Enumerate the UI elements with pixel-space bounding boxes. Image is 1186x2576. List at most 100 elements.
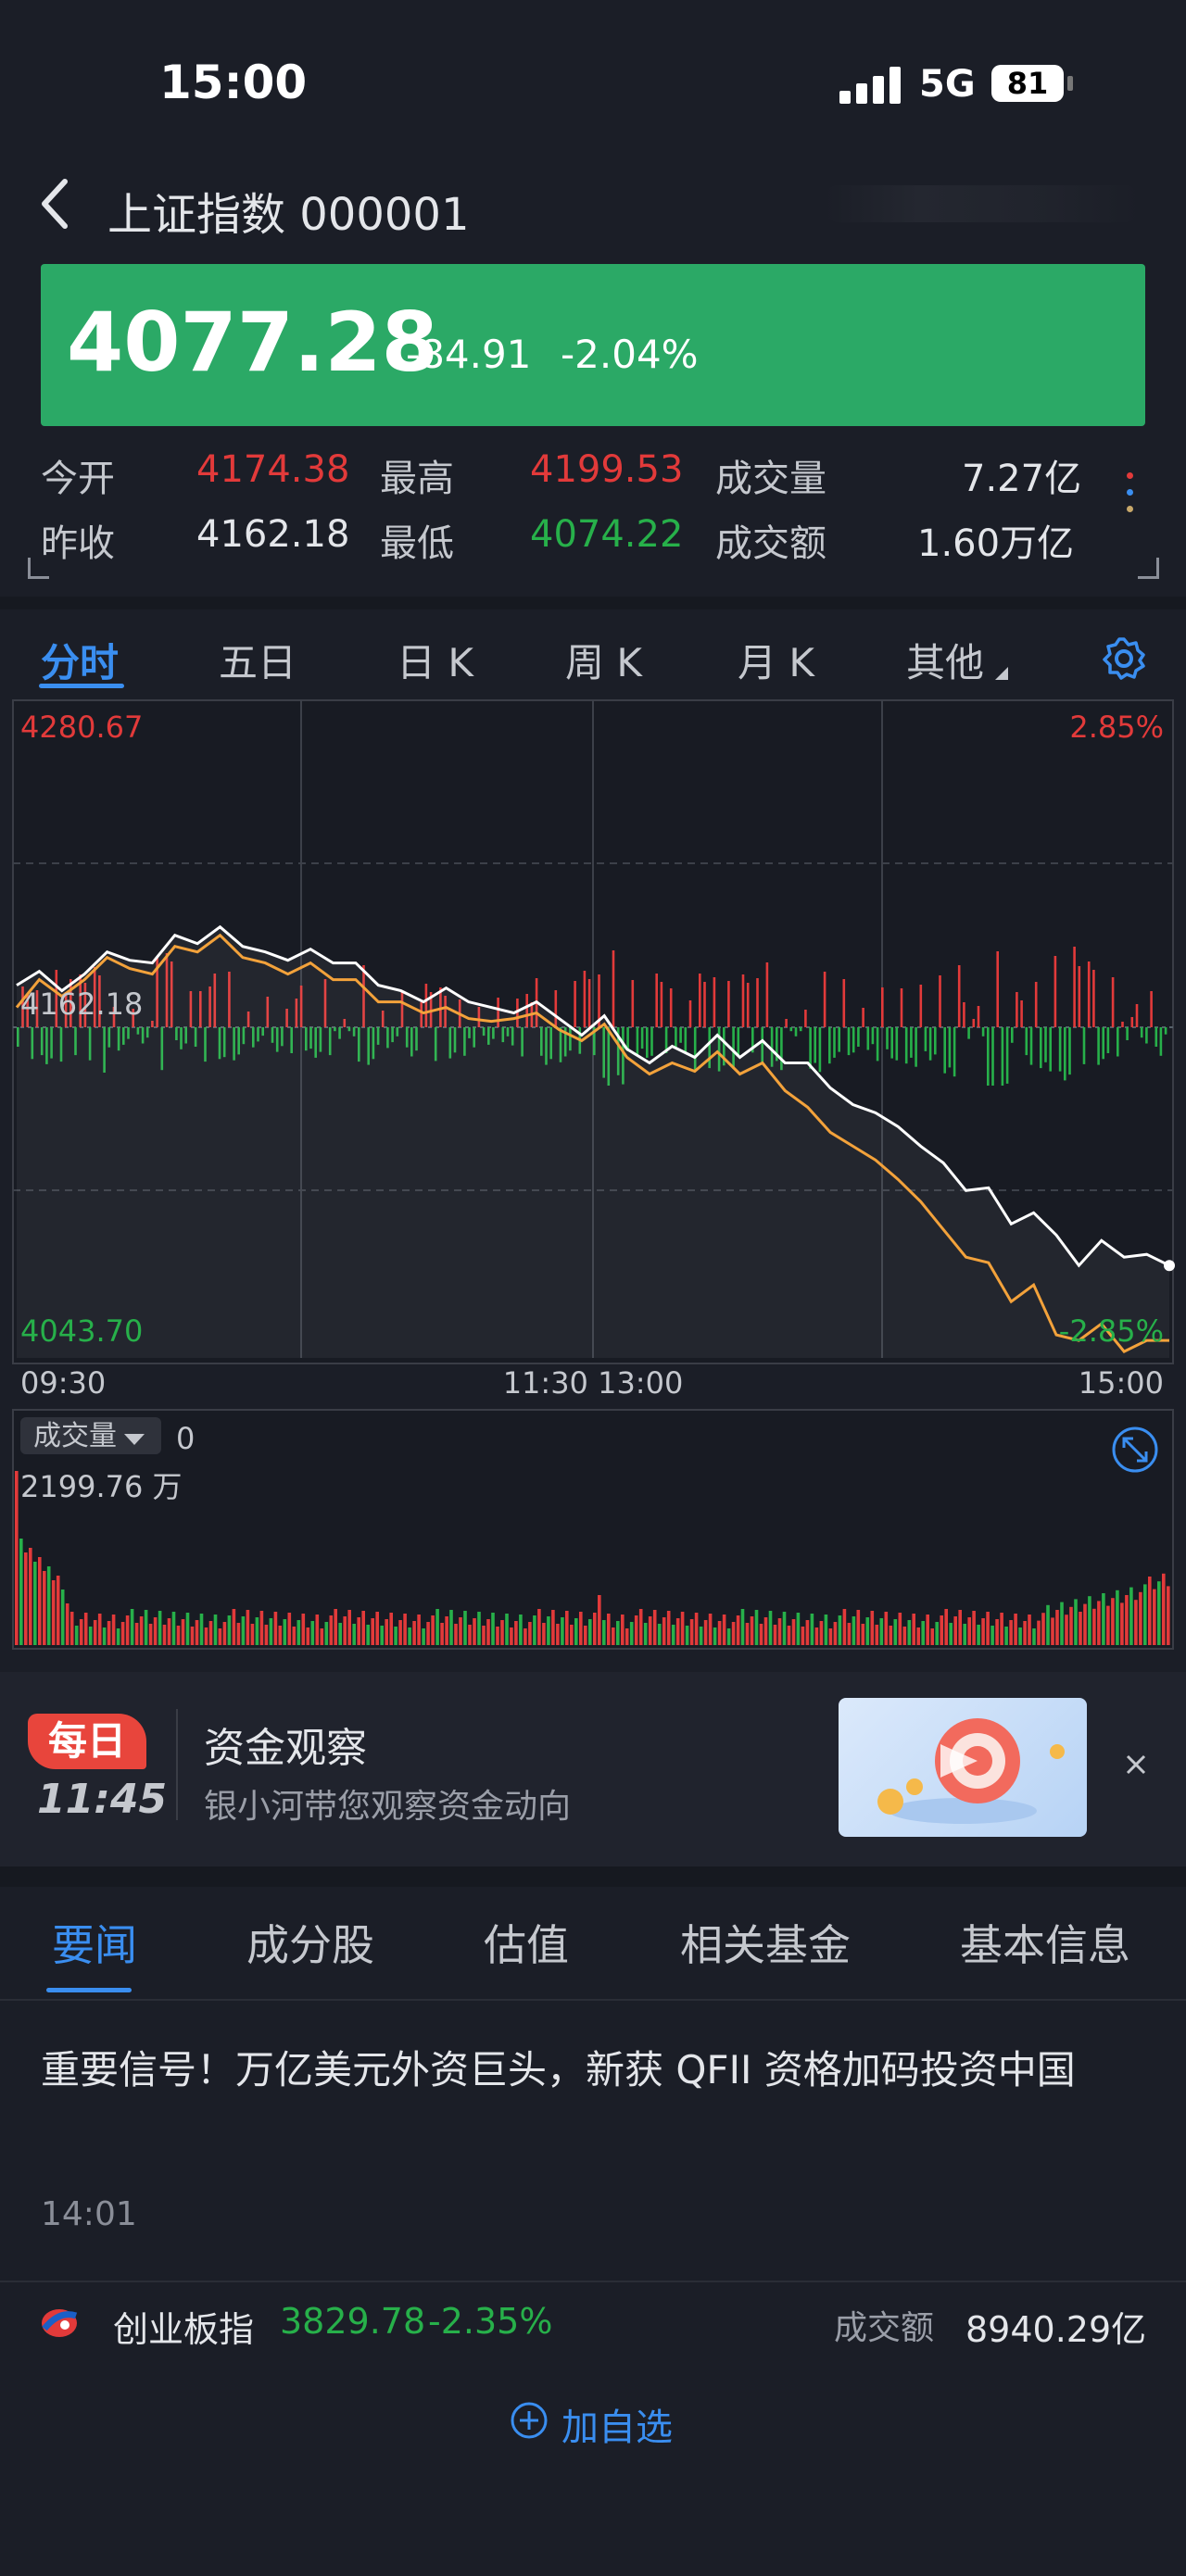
volume-bar	[33, 1562, 37, 1645]
flow-bar	[1011, 1027, 1014, 1043]
volume-bar	[986, 1612, 990, 1645]
expand-corner-right[interactable]	[1138, 558, 1159, 579]
tab-constituents[interactable]: 成分股	[246, 1912, 374, 1973]
section-gap	[0, 1866, 1186, 1887]
volume-bar	[819, 1621, 824, 1645]
volume-bar	[574, 1618, 578, 1645]
flow-bar	[828, 1027, 831, 1064]
volume-bar	[102, 1627, 107, 1645]
volume-bar	[680, 1612, 685, 1645]
flow-bar	[1140, 1027, 1143, 1038]
y-top-pct-label: 2.85%	[1069, 710, 1164, 745]
volume-bar	[1153, 1589, 1156, 1645]
volume-bar	[324, 1622, 329, 1645]
flow-bar	[640, 1027, 644, 1049]
volume-bar	[708, 1614, 713, 1645]
related-index-name[interactable]: 创业板指	[113, 2301, 254, 2352]
volume-bar	[477, 1612, 481, 1645]
tab-basic-info[interactable]: 基本信息	[960, 1912, 1130, 1973]
related-index-price: 3829.78	[280, 2301, 426, 2342]
volume-bar	[269, 1618, 273, 1645]
signal-icon	[839, 67, 902, 104]
tab-daily-k[interactable]: 日 K	[397, 632, 473, 688]
flow-bar	[1135, 1004, 1139, 1027]
tab-weekly-k[interactable]: 周 K	[565, 632, 642, 688]
volume-bar	[83, 1613, 88, 1645]
flow-bar	[1020, 1000, 1023, 1027]
tab-monthly-k[interactable]: 月 K	[738, 632, 814, 688]
current-price: 4077.28	[67, 295, 438, 390]
volume-bar	[838, 1615, 842, 1645]
flow-bar	[574, 981, 576, 1027]
volume-bar	[116, 1628, 120, 1645]
volume-bar	[754, 1610, 759, 1645]
volume-bar	[638, 1609, 643, 1645]
tab-valuation[interactable]: 估值	[484, 1912, 569, 1973]
flow-bar	[1073, 947, 1076, 1027]
tab-five-day[interactable]: 五日	[219, 632, 296, 688]
volume-bar	[763, 1617, 768, 1645]
flow-bar	[675, 1027, 677, 1049]
flow-bar	[890, 1027, 893, 1059]
tab-related-funds[interactable]: 相关基金	[680, 1912, 851, 1973]
volume-bar	[1037, 1620, 1041, 1645]
volume-bar	[514, 1621, 518, 1645]
volume-bar	[51, 1580, 56, 1645]
volume-bar	[671, 1625, 675, 1645]
tab-intraday[interactable]: 分时	[41, 632, 119, 688]
volume-bar	[408, 1627, 411, 1645]
volume-bar	[1106, 1605, 1110, 1645]
volume-bar	[1134, 1600, 1138, 1645]
volume-bar	[171, 1612, 176, 1645]
close-icon[interactable]	[1125, 1753, 1147, 1776]
volume-bar	[29, 1548, 32, 1645]
news-headline[interactable]: 重要信号！万亿美元外资巨头，新获 QFII 资格加码投资中国	[41, 2038, 1143, 2103]
flow-bar	[1016, 992, 1018, 1027]
volume-bar	[435, 1609, 439, 1645]
volume-bar	[366, 1625, 370, 1645]
intraday-chart[interactable]: 4280.67 2.85% 4162.18 4043.70 -2.85% 09:…	[0, 697, 1186, 1651]
battery-nub	[1067, 76, 1073, 91]
stat-value: 7.27亿	[962, 458, 1082, 500]
page-title: 上证指数 000001	[107, 189, 470, 241]
more-dots-icon[interactable]	[1127, 472, 1133, 522]
volume-bar	[958, 1610, 962, 1645]
volume-bar	[981, 1618, 985, 1645]
volume-bar	[287, 1613, 292, 1645]
volume-bar	[556, 1624, 560, 1645]
volume-bar	[629, 1622, 634, 1645]
expand-corner-left[interactable]	[28, 558, 49, 579]
volume-current: 0	[176, 1421, 195, 1456]
section-gap	[0, 597, 1186, 609]
volume-bar	[417, 1615, 421, 1645]
flow-bar	[981, 1027, 985, 1037]
volume-bar	[88, 1627, 93, 1645]
flow-bar	[1078, 966, 1081, 1027]
volume-bar	[726, 1628, 731, 1645]
flow-bar	[881, 987, 884, 1027]
volume-bar	[1046, 1604, 1050, 1645]
volume-bar	[703, 1620, 708, 1645]
promo-card[interactable]: 每日 11:45 资金观察 银小河带您观察资金动向	[0, 1672, 1186, 1866]
promo-image	[839, 1698, 1087, 1837]
volume-bar	[412, 1621, 416, 1645]
volume-bar	[371, 1618, 374, 1645]
tab-news[interactable]: 要闻	[52, 1912, 137, 1973]
flow-bar	[987, 1027, 990, 1086]
volume-bar	[491, 1613, 495, 1645]
flow-bar	[631, 980, 635, 1027]
flow-bar	[636, 1027, 639, 1055]
volume-bar	[801, 1627, 805, 1645]
tab-other[interactable]: 其他	[906, 632, 984, 688]
back-icon[interactable]	[35, 174, 76, 233]
volume-bar	[736, 1615, 740, 1645]
settings-gear-icon[interactable]	[1101, 635, 1147, 682]
volume-bar	[278, 1626, 283, 1645]
volume-bar	[296, 1620, 301, 1645]
stat-label: 最高	[380, 458, 454, 500]
volume-bar	[519, 1615, 523, 1645]
volume-bar	[1051, 1617, 1054, 1645]
volume-bar	[524, 1628, 527, 1645]
volume-bar	[935, 1622, 939, 1645]
volume-bar	[445, 1616, 448, 1645]
